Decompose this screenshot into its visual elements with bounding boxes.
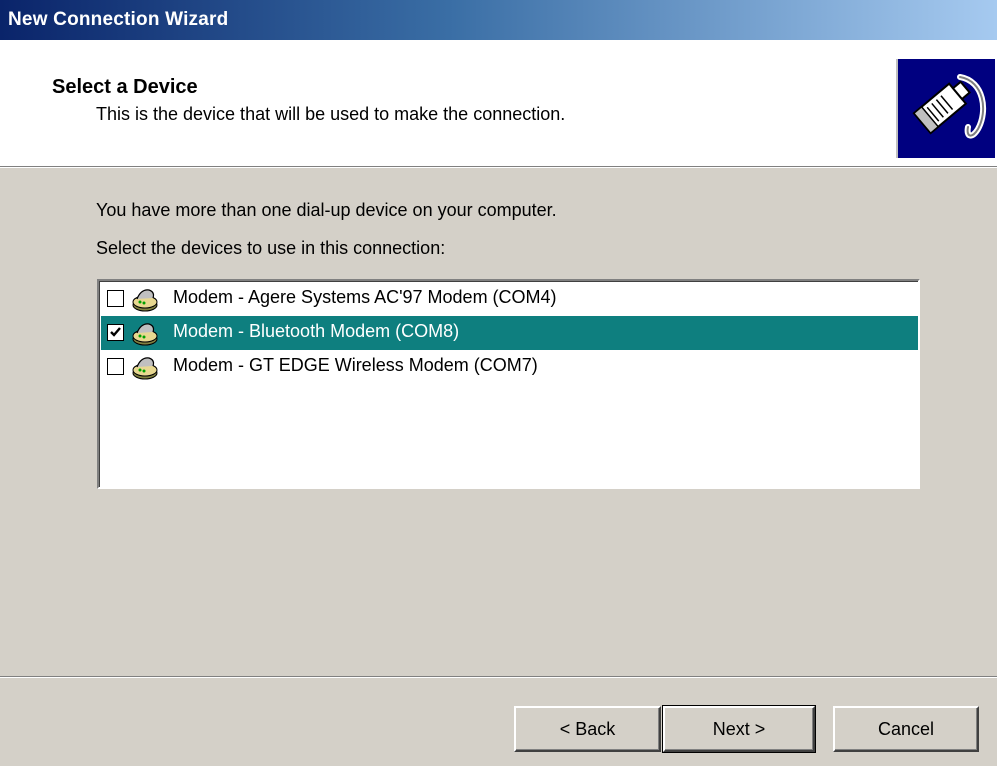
back-button[interactable]: < Back [514, 706, 661, 752]
network-cable-icon [896, 59, 995, 158]
device-row-bluetooth[interactable]: Modem - Bluetooth Modem (COM8) [101, 316, 918, 350]
intro-text: You have more than one dial-up device on… [96, 200, 557, 220]
device-label: Modem - Agere Systems AC'97 Modem (COM4) [173, 287, 557, 307]
modem-icon [132, 357, 158, 380]
modem-icon [132, 323, 158, 346]
device-row-agere[interactable]: Modem - Agere Systems AC'97 Modem (COM4) [101, 282, 918, 316]
next-button[interactable]: Next > [662, 705, 816, 753]
footer-divider [0, 676, 997, 678]
device-label: Modem - GT EDGE Wireless Modem (COM7) [173, 355, 538, 375]
page-heading: Select a Device [52, 76, 198, 98]
device-checkbox[interactable] [107, 358, 124, 375]
device-checkbox[interactable] [107, 290, 124, 307]
page-subheading: This is the device that will be used to … [96, 104, 566, 124]
header-divider [0, 166, 997, 168]
cancel-button[interactable]: Cancel [833, 706, 979, 752]
device-list[interactable]: Modem - Agere Systems AC'97 Modem (COM4)… [97, 279, 920, 489]
checkmark-icon [110, 327, 121, 337]
window-title: New Connection Wizard [8, 9, 229, 30]
modem-icon [132, 289, 158, 312]
title-bar[interactable]: New Connection Wizard [0, 0, 997, 40]
device-checkbox[interactable] [107, 324, 124, 341]
device-label: Modem - Bluetooth Modem (COM8) [173, 321, 460, 341]
device-row-gt-edge[interactable]: Modem - GT EDGE Wireless Modem (COM7) [101, 350, 918, 384]
wizard-header: Select a Device This is the device that … [0, 40, 997, 166]
prompt-text: Select the devices to use in this connec… [96, 238, 446, 258]
